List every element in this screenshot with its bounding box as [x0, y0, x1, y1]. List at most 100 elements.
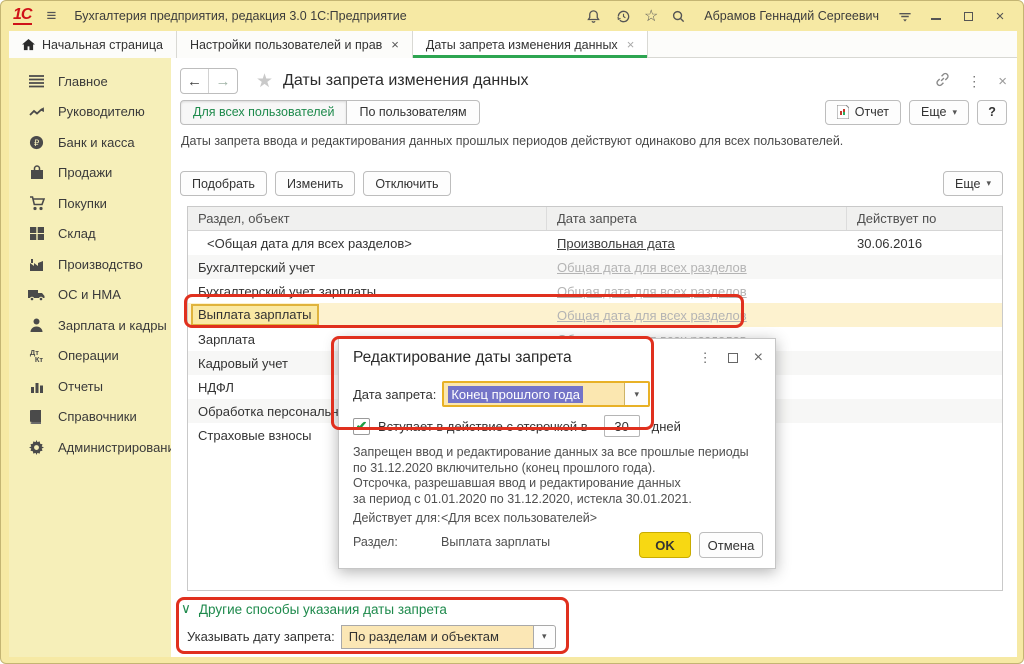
restriction-info-text: Запрещен ввод и редактирование данных за… [353, 445, 749, 507]
sections-icon [28, 73, 45, 90]
sidebar-item-directories[interactable]: Справочники [9, 402, 171, 433]
specify-date-value: По разделам и объектам [341, 625, 533, 649]
notifications-bell-icon[interactable] [584, 6, 604, 26]
grid-boxes-icon [28, 225, 45, 242]
section-value: Выплата зарплаты [441, 535, 550, 549]
history-icon[interactable] [614, 6, 634, 26]
minimize-button[interactable] [925, 7, 947, 25]
table-row[interactable]: Бухгалтерский учет зарплаты Общая дата д… [188, 279, 1002, 303]
close-window-button[interactable]: × [989, 7, 1011, 25]
dialog-maximize-icon[interactable] [728, 353, 738, 363]
shopping-bag-icon [28, 164, 45, 181]
tab-restriction-dates[interactable]: Даты запрета изменения данных × [413, 31, 648, 58]
title-bar: 1С ≡ Бухгалтерия предприятия, редакция 3… [1, 1, 1023, 31]
column-header-date[interactable]: Дата запрета [547, 207, 847, 230]
trend-arrow-icon [28, 103, 45, 120]
truck-icon [28, 286, 45, 303]
tab-close-icon[interactable]: × [391, 37, 399, 52]
date-link[interactable]: Общая дата для всех разделов [557, 308, 747, 323]
cell-section-focused[interactable]: Выплата зарплаты [191, 304, 319, 326]
sidebar-item-administration[interactable]: Администрирование [9, 432, 171, 463]
favorite-star-icon[interactable]: ★ [256, 70, 273, 93]
sidebar-item-manager[interactable]: Руководителю [9, 97, 171, 128]
favorites-star-icon[interactable]: ☆ [644, 6, 658, 26]
search-icon[interactable] [668, 6, 688, 26]
tab-home[interactable]: Начальная страница [9, 31, 177, 58]
sidebar-item-payroll-hr[interactable]: Зарплата и кадры [9, 310, 171, 341]
sidebar-item-warehouse[interactable]: Склад [9, 219, 171, 250]
more-button-table[interactable]: Еще ▾ [943, 171, 1003, 196]
sidebar-item-label: Справочники [58, 409, 137, 424]
sidebar-item-label: Операции [58, 348, 119, 363]
applies-for-value: <Для всех пользователей> [441, 511, 597, 525]
date-link[interactable]: Общая дата для всех разделов [557, 284, 747, 299]
more-button-top[interactable]: Еще ▾ [909, 100, 969, 125]
sidebar-item-production[interactable]: Производство [9, 249, 171, 280]
by-users-toggle[interactable]: По пользователям [347, 100, 479, 125]
dialog-close-icon[interactable]: × [754, 349, 763, 367]
book-icon [28, 408, 45, 425]
specify-date-combobox[interactable]: По разделам и объектам ▾ [341, 625, 556, 649]
main-menu-icon[interactable]: ≡ [46, 6, 56, 26]
sidebar-item-bank-cash[interactable]: ₽ Банк и касса [9, 127, 171, 158]
edit-button[interactable]: Изменить [275, 171, 355, 196]
pick-button[interactable]: Подобрать [180, 171, 267, 196]
column-header-section[interactable]: Раздел, объект [188, 207, 547, 230]
sidebar-item-label: Склад [58, 226, 96, 241]
date-link[interactable]: Произвольная дата [557, 236, 675, 251]
table-toolbar: Подобрать Изменить Отключить Еще ▾ [180, 171, 1003, 196]
other-ways-row: Указывать дату запрета: По разделам и об… [187, 624, 556, 649]
chevron-down-icon[interactable]: ▾ [624, 383, 648, 405]
chevron-down-icon: ▾ [986, 178, 991, 189]
view-switch: Для всех пользователей По пользователям [180, 100, 480, 125]
other-ways-expander[interactable]: ∨ Другие способы указания даты запрета [181, 601, 447, 617]
report-button[interactable]: Отчет [825, 100, 901, 125]
cell-section[interactable]: <Общая дата для всех разделов> [188, 236, 547, 251]
dialog-more-icon[interactable]: ⋮ [699, 350, 712, 366]
cell-section[interactable]: Бухгалтерский учет [188, 260, 547, 275]
table-row-selected[interactable]: Выплата зарплаты Общая дата для всех раз… [188, 303, 1002, 327]
sidebar-item-label: Администрирование [58, 440, 182, 455]
form-more-icon[interactable]: ⋮ [967, 73, 981, 90]
forward-button[interactable]: → [209, 69, 237, 93]
table-row[interactable]: Бухгалтерский учет Общая дата для всех р… [188, 255, 1002, 279]
cancel-button[interactable]: Отмена [699, 532, 763, 558]
restriction-date-combobox[interactable]: Конец прошлого года ▾ [442, 381, 650, 407]
cell-until[interactable]: 30.06.2016 [847, 236, 1004, 251]
current-user-name[interactable]: Абрамов Геннадий Сергеевич [704, 9, 879, 23]
sidebar-item-reports[interactable]: Отчеты [9, 371, 171, 402]
chevron-down-icon[interactable]: ▾ [533, 625, 556, 649]
sidebar-item-purchases[interactable]: Покупки [9, 188, 171, 219]
check-icon: ✔ [356, 419, 368, 433]
sidebar-item-operations[interactable]: ДтКт Операции [9, 341, 171, 372]
help-button[interactable]: ? [977, 100, 1007, 125]
back-button[interactable]: ← [181, 69, 209, 93]
sidebar-item-label: Руководителю [58, 104, 145, 119]
ruble-coin-icon: ₽ [28, 134, 45, 151]
ok-button[interactable]: OK [639, 532, 691, 558]
cart-icon [28, 195, 45, 212]
defer-suffix-label: дней [652, 419, 681, 434]
page-header: ← → ★ Даты запрета изменения данных ⋮ × [180, 67, 1007, 95]
restriction-date-value-selected: Конец прошлого года [448, 386, 583, 403]
sidebar-item-sales[interactable]: Продажи [9, 158, 171, 189]
column-header-until[interactable]: Действует по [847, 207, 1004, 230]
tab-user-settings[interactable]: Настройки пользователей и прав × [177, 31, 413, 58]
service-menu-icon[interactable] [895, 6, 915, 26]
cell-section[interactable]: Бухгалтерский учет зарплаты [188, 284, 547, 299]
date-link[interactable]: Общая дата для всех разделов [557, 260, 747, 275]
get-link-icon[interactable] [935, 72, 950, 90]
tab-close-icon[interactable]: × [627, 37, 635, 52]
disable-button[interactable]: Отключить [363, 171, 450, 196]
form-close-icon[interactable]: × [998, 73, 1007, 90]
all-users-toggle[interactable]: Для всех пользователей [180, 100, 347, 125]
home-icon [22, 39, 35, 51]
defer-days-input[interactable] [604, 415, 640, 437]
debit-credit-icon: ДтКт [28, 347, 45, 364]
sidebar-item-fixed-assets[interactable]: ОС и НМА [9, 280, 171, 311]
defer-checkbox[interactable]: ✔ [353, 418, 370, 435]
maximize-button[interactable] [957, 7, 979, 25]
table-row[interactable]: <Общая дата для всех разделов> Произволь… [188, 231, 1002, 255]
tab-bar: Начальная страница Настройки пользовател… [9, 31, 1017, 58]
sidebar-item-main[interactable]: Главное [9, 66, 171, 97]
